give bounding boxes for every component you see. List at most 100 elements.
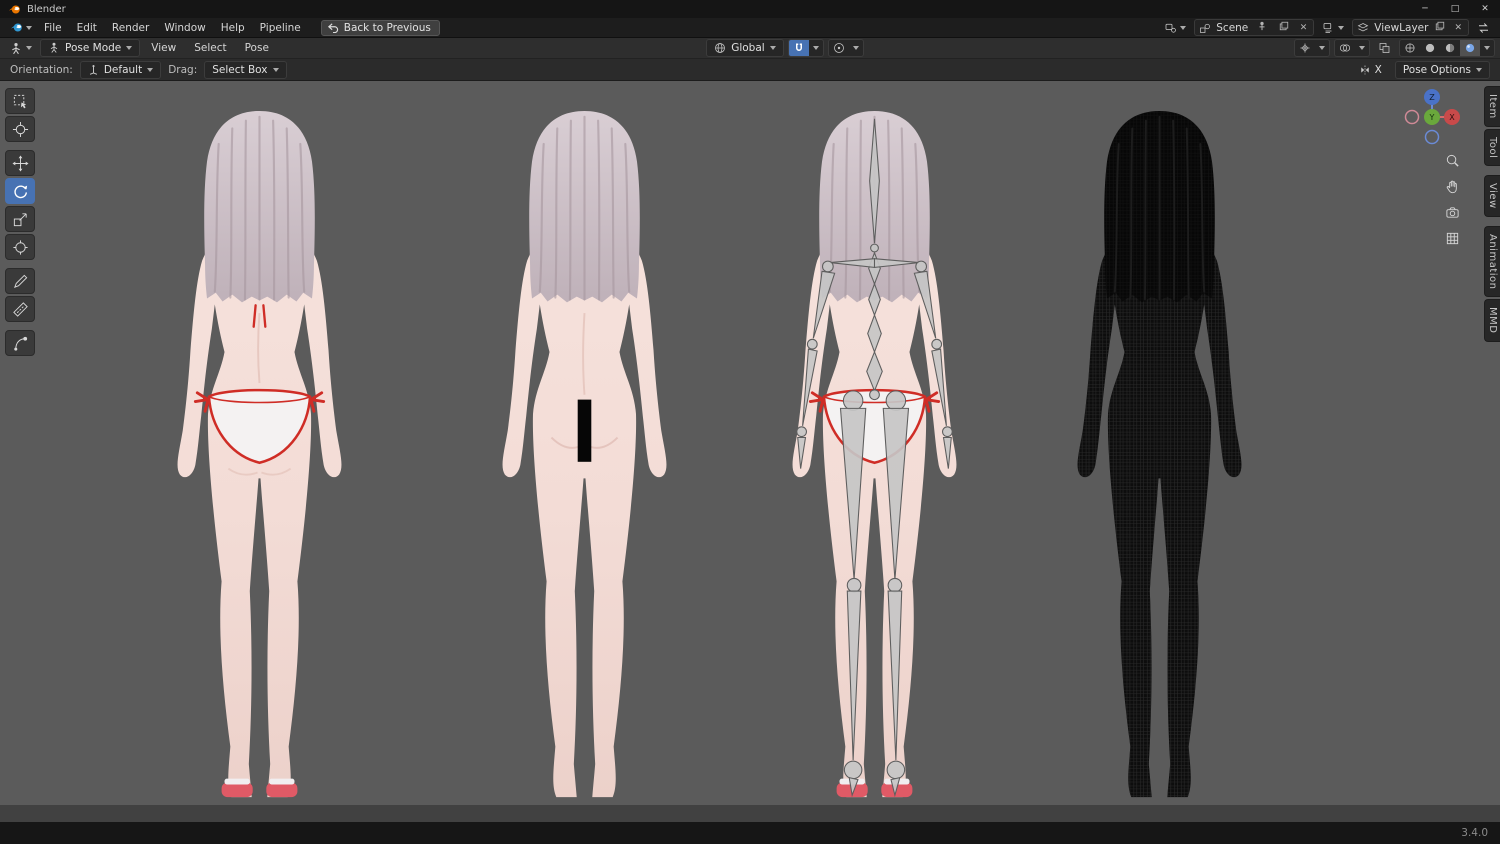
- mode-dropdown[interactable]: Pose Mode: [40, 39, 141, 57]
- material-sphere-icon: [1445, 43, 1455, 53]
- tool-scale[interactable]: [5, 206, 35, 232]
- censor-bar: [577, 399, 592, 462]
- proportional-circle-icon: [833, 43, 844, 53]
- tool-annotate[interactable]: [5, 268, 35, 294]
- window-title: Blender: [27, 3, 66, 15]
- tool-move[interactable]: [5, 150, 35, 176]
- toggle-perspective-button[interactable]: [1443, 229, 1461, 247]
- chevron-down-icon: [147, 67, 154, 72]
- grid-icon: [1446, 232, 1458, 244]
- menu-help[interactable]: Help: [214, 21, 252, 35]
- mirror-x-toggle[interactable]: X: [1353, 61, 1388, 79]
- menu-file[interactable]: File: [37, 21, 69, 35]
- menu-edit[interactable]: Edit: [70, 21, 104, 35]
- gizmos-dropdown-button[interactable]: [1315, 40, 1329, 56]
- proportional-edit-button[interactable]: [829, 40, 849, 56]
- chevron-down-icon: [272, 67, 279, 72]
- viewport-3d[interactable]: Z Y X Item Tool View Animation MMD: [0, 81, 1500, 822]
- zoom-button[interactable]: [1443, 151, 1461, 169]
- gizmo-negative-z[interactable]: [1424, 129, 1440, 145]
- toolbar: [5, 88, 35, 356]
- gizmo-z-label: Z: [1429, 93, 1435, 102]
- shading-dropdown-button[interactable]: [1480, 40, 1494, 56]
- tool-select-box[interactable]: [5, 88, 35, 114]
- character-model-bikini[interactable]: [104, 105, 415, 805]
- scene-browse-button[interactable]: [1160, 21, 1190, 35]
- viewlayer-selector[interactable]: ViewLayer ✕: [1352, 19, 1469, 36]
- snap-control: [787, 39, 824, 57]
- tab-view[interactable]: View: [1484, 175, 1500, 217]
- topbar: File Edit Render Window Help Pipeline Ba…: [0, 18, 1500, 38]
- proportional-edit-control: [827, 39, 864, 57]
- shading-mode-control: [1399, 39, 1495, 57]
- pin-icon[interactable]: [1255, 21, 1269, 34]
- shading-solid-button[interactable]: [1420, 40, 1440, 56]
- character-model-nude[interactable]: [429, 105, 740, 805]
- tab-animation[interactable]: Animation: [1484, 225, 1500, 298]
- viewport-header: Pose Mode View Select Pose Global: [0, 38, 1500, 59]
- tab-mmd[interactable]: MMD: [1484, 299, 1500, 342]
- pan-button[interactable]: [1443, 177, 1461, 195]
- menu-render[interactable]: Render: [105, 21, 156, 35]
- proportional-falloff-button[interactable]: [849, 40, 863, 56]
- navigation-gizmo[interactable]: Z Y X: [1400, 85, 1464, 149]
- shading-wireframe-button[interactable]: [1400, 40, 1420, 56]
- chevron-down-icon: [769, 46, 776, 50]
- chevron-down-icon: [1319, 46, 1325, 50]
- menu-pose[interactable]: Pose: [238, 41, 276, 55]
- new-scene-icon[interactable]: [1277, 21, 1291, 34]
- orientation-dropdown[interactable]: Default: [79, 60, 162, 79]
- gizmo-y-label: Y: [1429, 113, 1435, 122]
- show-gizmos-button[interactable]: [1295, 40, 1315, 56]
- tool-measure[interactable]: [5, 296, 35, 322]
- scene-selector[interactable]: Scene ✕: [1194, 19, 1315, 36]
- menu-select[interactable]: Select: [187, 41, 233, 55]
- tab-tool[interactable]: Tool: [1484, 128, 1500, 167]
- tool-pose-breakdowner[interactable]: [5, 330, 35, 356]
- shading-rendered-button[interactable]: [1460, 40, 1480, 56]
- window-controls: ─ □ ✕: [1410, 0, 1500, 18]
- gizmo-negative-x[interactable]: [1404, 109, 1420, 125]
- maximize-button[interactable]: □: [1440, 0, 1470, 18]
- overlays-dropdown-button[interactable]: [1355, 40, 1369, 56]
- character-model-wireframe[interactable]: [1004, 105, 1315, 805]
- tab-item[interactable]: Item: [1484, 86, 1500, 127]
- character-model-armature[interactable]: [719, 105, 1030, 805]
- drag-dropdown[interactable]: Select Box: [204, 60, 287, 79]
- xray-toggle-button[interactable]: [1374, 41, 1395, 55]
- snap-settings-button[interactable]: [809, 40, 823, 56]
- app-menu-button[interactable]: [6, 21, 36, 34]
- back-to-previous-button[interactable]: Back to Previous: [320, 19, 440, 36]
- snap-toggle-button[interactable]: [788, 40, 809, 56]
- chevron-down-icon: [1180, 25, 1187, 30]
- viewlayer-browse-button[interactable]: [1318, 21, 1348, 35]
- unlink-scene-button[interactable]: ✕: [1298, 23, 1310, 33]
- axes-icon: [89, 65, 97, 75]
- pose-options-dropdown[interactable]: Pose Options: [1394, 60, 1490, 79]
- tool-transform[interactable]: [5, 234, 35, 260]
- camera-view-button[interactable]: [1443, 203, 1461, 221]
- close-button[interactable]: ✕: [1470, 0, 1500, 18]
- shading-material-button[interactable]: [1440, 40, 1460, 56]
- extra-viewlayer-button[interactable]: [1473, 21, 1494, 35]
- overlays-icon: [1339, 44, 1351, 52]
- minimize-button[interactable]: ─: [1410, 0, 1440, 18]
- viewlayer-name: ViewLayer: [1374, 21, 1429, 34]
- pose-mode-icon: [50, 42, 58, 53]
- show-overlays-button[interactable]: [1335, 40, 1355, 56]
- tool-cursor[interactable]: [5, 116, 35, 142]
- transform-orientation-dropdown[interactable]: Global: [706, 39, 784, 57]
- chevron-down-icon: [26, 46, 32, 50]
- menu-pipeline[interactable]: Pipeline: [253, 21, 308, 35]
- tool-rotate[interactable]: [5, 178, 35, 204]
- editor-type-button[interactable]: [5, 41, 36, 56]
- menu-view[interactable]: View: [144, 41, 183, 55]
- remove-viewlayer-button[interactable]: ✕: [1452, 23, 1464, 33]
- menu-window[interactable]: Window: [157, 21, 212, 35]
- rendered-sphere-icon: [1465, 43, 1475, 53]
- viewport-editor-icon: [12, 42, 20, 54]
- new-viewlayer-icon[interactable]: [1433, 21, 1447, 34]
- scale-icon: [13, 212, 27, 226]
- topbar-right: Scene ✕ ViewLayer ✕: [1160, 19, 1494, 36]
- viewlayer-browse-icon: [1323, 22, 1332, 33]
